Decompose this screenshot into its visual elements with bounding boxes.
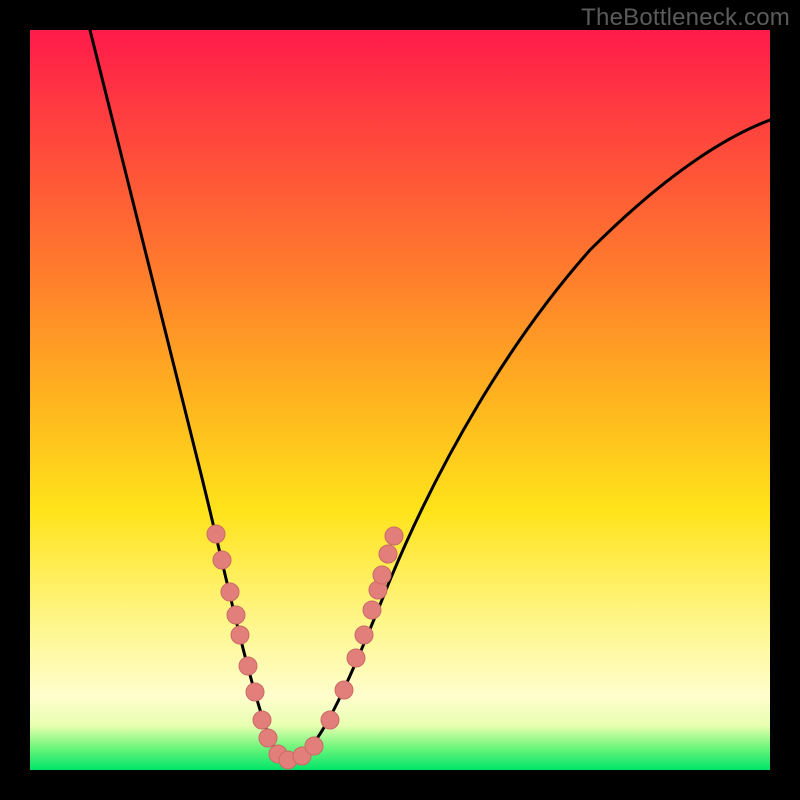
chart-frame: TheBottleneck.com [0, 0, 800, 800]
watermark-text: TheBottleneck.com [581, 4, 790, 32]
curve-svg [30, 30, 770, 770]
plot-area [30, 30, 770, 770]
bottleneck-curve [90, 30, 770, 760]
marker-dots [207, 525, 403, 769]
